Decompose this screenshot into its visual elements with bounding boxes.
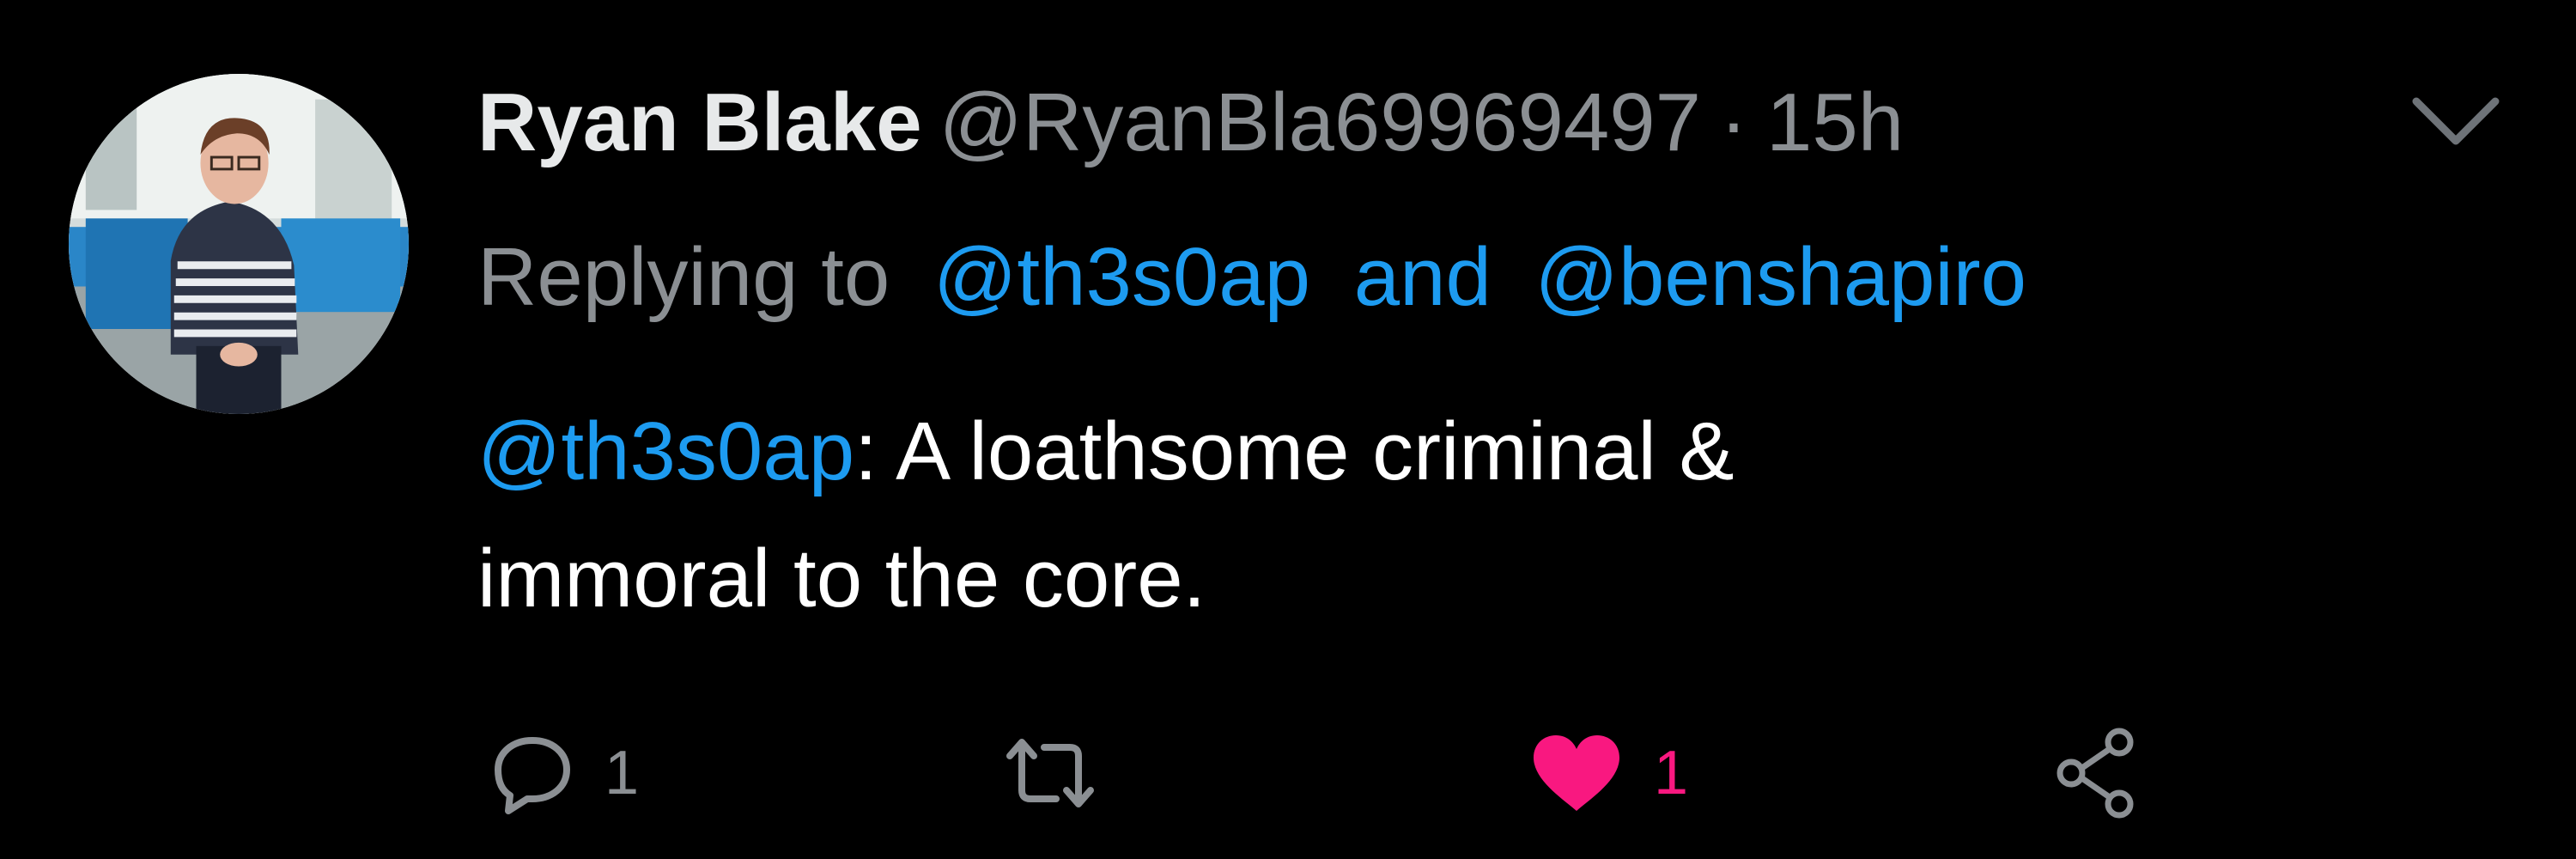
- reply-button[interactable]: 1: [489, 722, 639, 825]
- reply-mention-benshapiro[interactable]: @benshapiro: [1535, 231, 2026, 323]
- tweet-body-line-2: immoral to the core.: [477, 533, 1206, 624]
- avatar-photo: [69, 74, 409, 414]
- reply-count: 1: [605, 739, 640, 807]
- tweet-body-line-1: @th3s0ap: A loathsome criminal &: [477, 388, 2452, 515]
- like-button[interactable]: 1: [1528, 722, 1688, 825]
- tweet-actions: 1 1: [0, 722, 2576, 825]
- share-icon: [2057, 728, 2134, 819]
- tweet-body-text-1: : A loathsome criminal &: [854, 405, 1735, 497]
- heart-icon: [1534, 735, 1619, 811]
- like-count: 1: [1654, 739, 1689, 807]
- body-mention-th3s0ap[interactable]: @th3s0ap: [477, 405, 854, 497]
- share-button[interactable]: [2052, 722, 2138, 825]
- replying-to-label: Replying to: [477, 231, 890, 323]
- replying-conjunction: and: [1353, 231, 1492, 323]
- author-handle[interactable]: @RyanBla69969497: [939, 67, 1701, 179]
- retweet-icon: [1006, 739, 1094, 807]
- tweet-timestamp[interactable]: 15h: [1766, 67, 1904, 179]
- author-display-name[interactable]: Ryan Blake: [477, 67, 922, 179]
- tweet-body: @th3s0ap: A loathsome criminal & immoral…: [477, 388, 2452, 643]
- comment-icon: [495, 737, 570, 814]
- reply-mention-th3s0ap[interactable]: @th3s0ap: [933, 231, 1310, 323]
- tweet-header: Ryan Blake @RyanBla69969497 · 15h: [477, 67, 1904, 179]
- replying-to: Replying to @th3s0ap and @benshapiro: [477, 222, 2026, 333]
- retweet-button[interactable]: [1003, 722, 1097, 825]
- chevron-down-icon[interactable]: [2409, 91, 2502, 151]
- tweet[interactable]: Ryan Blake @RyanBla69969497 · 15h Replyi…: [0, 0, 2576, 859]
- avatar[interactable]: [69, 74, 409, 414]
- separator-dot: ·: [1720, 76, 1747, 168]
